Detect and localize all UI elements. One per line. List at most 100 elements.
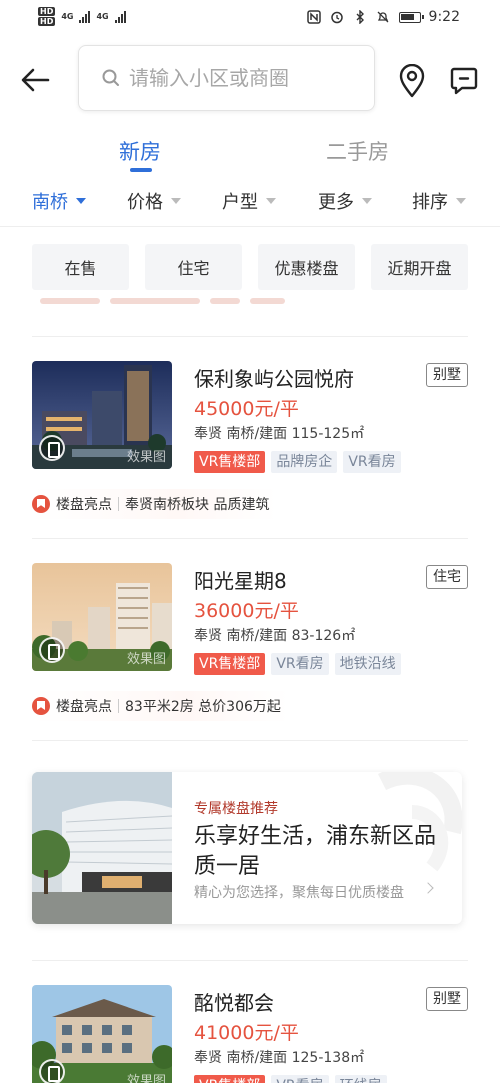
divider (0, 226, 500, 227)
tag-residential[interactable]: 住宅 (145, 244, 242, 290)
filter-layout[interactable]: 户型 (222, 186, 276, 216)
badge-vr-sales: VR售楼部 (194, 451, 266, 473)
image-caption: 效果图 (126, 652, 166, 667)
filter-more[interactable]: 更多 (318, 186, 372, 216)
listing-image: 效果图 (32, 985, 172, 1083)
bookmark-icon (32, 495, 50, 513)
vr-icon (39, 637, 65, 663)
listing-price: 36000元/平 (194, 600, 299, 622)
badge: VR看房 (271, 1075, 329, 1083)
filter-label: 排序 (412, 192, 448, 213)
listing-name: 阳光星期8 (194, 569, 287, 593)
listing-name: 酩悦都会 (194, 991, 274, 1015)
bluetooth-icon (353, 10, 368, 25)
promo-image (32, 772, 172, 924)
highlight-row: 楼盘亮点 奉贤南桥板块 品质建筑 (32, 489, 278, 519)
back-arrow-icon (21, 68, 50, 92)
badge: 环线房 (334, 1075, 387, 1083)
filter-label: 价格 (127, 192, 163, 213)
bookmark-icon (32, 697, 50, 715)
promo-headline: 乐享好生活，浦东新区品质一居 (194, 824, 437, 879)
listing-price: 45000元/平 (194, 398, 299, 420)
highlight-row: 楼盘亮点 83平米2房 总价306万起 (32, 691, 289, 721)
highlight-text: 83平米2房 总价306万起 (125, 699, 281, 715)
vr-icon (39, 435, 65, 461)
badge-row: VR售楼部 VR看房 地铁沿线 (194, 653, 401, 675)
property-type-badge: 别墅 (426, 987, 468, 1011)
filter-label: 南桥 (32, 192, 68, 213)
image-caption: 效果图 (126, 1074, 166, 1083)
caret-down-icon (456, 198, 466, 204)
caret-down-icon (266, 198, 276, 204)
badge: 地铁沿线 (334, 653, 401, 675)
tab-second-hand[interactable]: 二手房 (326, 136, 389, 166)
search-icon (102, 69, 119, 86)
status-left: HD HD 4G 4G (38, 7, 126, 26)
promo-card[interactable]: 专属楼盘推荐 乐享好生活，浦东新区品质一居 精心为您选择，聚焦每日优质楼盘 (32, 772, 462, 924)
divider (32, 740, 468, 741)
filter-label: 户型 (222, 192, 258, 213)
badge: 品牌房企 (271, 451, 338, 473)
tag-on-sale[interactable]: 在售 (32, 244, 129, 290)
listing-area: 奉贤 南桥/建面 83-126㎡ (194, 628, 356, 644)
property-type-badge: 住宅 (426, 565, 468, 589)
promo-subtitle: 精心为您选择，聚焦每日优质楼盘 (194, 885, 404, 901)
listing-area: 奉贤 南桥/建面 115-125㎡ (194, 426, 365, 442)
hd-badge: HD (38, 17, 56, 26)
listing-image: 效果图 (32, 563, 172, 671)
scrolled-content-edge (40, 298, 290, 308)
caret-down-icon (362, 198, 372, 204)
filter-district[interactable]: 南桥 (32, 186, 86, 216)
caret-down-icon (171, 198, 181, 204)
badge-vr-sales: VR售楼部 (194, 1075, 266, 1083)
divider (32, 336, 468, 337)
clock: 9:22 (428, 9, 460, 25)
status-bar: HD HD 4G 4G 9:22 (0, 0, 500, 36)
search-bar[interactable] (78, 45, 375, 111)
status-right: 9:22 (307, 9, 460, 25)
badge: VR看房 (343, 451, 401, 473)
mute-bell-icon (376, 10, 391, 25)
filter-bar: 南桥 价格 户型 更多 排序 (0, 186, 500, 222)
tag-upcoming[interactable]: 近期开盘 (371, 244, 468, 290)
filter-label: 更多 (318, 192, 354, 213)
badge-vr-sales: VR售楼部 (194, 653, 266, 675)
separator (118, 699, 119, 713)
alarm-icon (330, 10, 345, 25)
property-type-badge: 别墅 (426, 363, 468, 387)
network-type: 4G (61, 12, 74, 21)
listing-name: 保利象屿公园悦府 (194, 367, 354, 391)
hd-badge: HD (38, 7, 56, 16)
badge: VR看房 (271, 653, 329, 675)
signal-icon (114, 10, 126, 23)
battery-icon (398, 11, 424, 23)
network-type: 4G (96, 12, 109, 21)
highlight-label: 楼盘亮点 (56, 497, 112, 513)
search-input[interactable] (129, 66, 359, 90)
nfc-icon (307, 10, 322, 25)
active-tab-indicator (130, 168, 152, 172)
map-location-button[interactable] (398, 63, 426, 98)
image-caption: 效果图 (126, 450, 166, 465)
tag-discount[interactable]: 优惠楼盘 (258, 244, 355, 290)
signal-icon (79, 10, 91, 23)
highlight-label: 楼盘亮点 (56, 699, 112, 715)
back-button[interactable] (18, 62, 54, 98)
highlight-text: 奉贤南桥板块 品质建筑 (125, 497, 270, 513)
filter-price[interactable]: 价格 (127, 186, 181, 216)
badge-row: VR售楼部 VR看房 环线房 (194, 1075, 387, 1083)
filter-sort[interactable]: 排序 (412, 186, 466, 216)
caret-down-icon (76, 198, 86, 204)
vr-icon (39, 1059, 65, 1083)
divider (32, 960, 468, 961)
listing-image: 效果图 (32, 361, 172, 469)
listing-area: 奉贤 南桥/建面 125-138㎡ (194, 1050, 365, 1066)
divider (32, 538, 468, 539)
message-button[interactable] (450, 66, 478, 96)
listing-price: 41000元/平 (194, 1022, 299, 1044)
chat-bubble-icon (450, 67, 478, 95)
tab-new-homes[interactable]: 新房 (119, 136, 161, 166)
location-pin-icon (399, 63, 425, 98)
separator (118, 497, 119, 511)
promo-tag: 专属楼盘推荐 (194, 801, 278, 817)
